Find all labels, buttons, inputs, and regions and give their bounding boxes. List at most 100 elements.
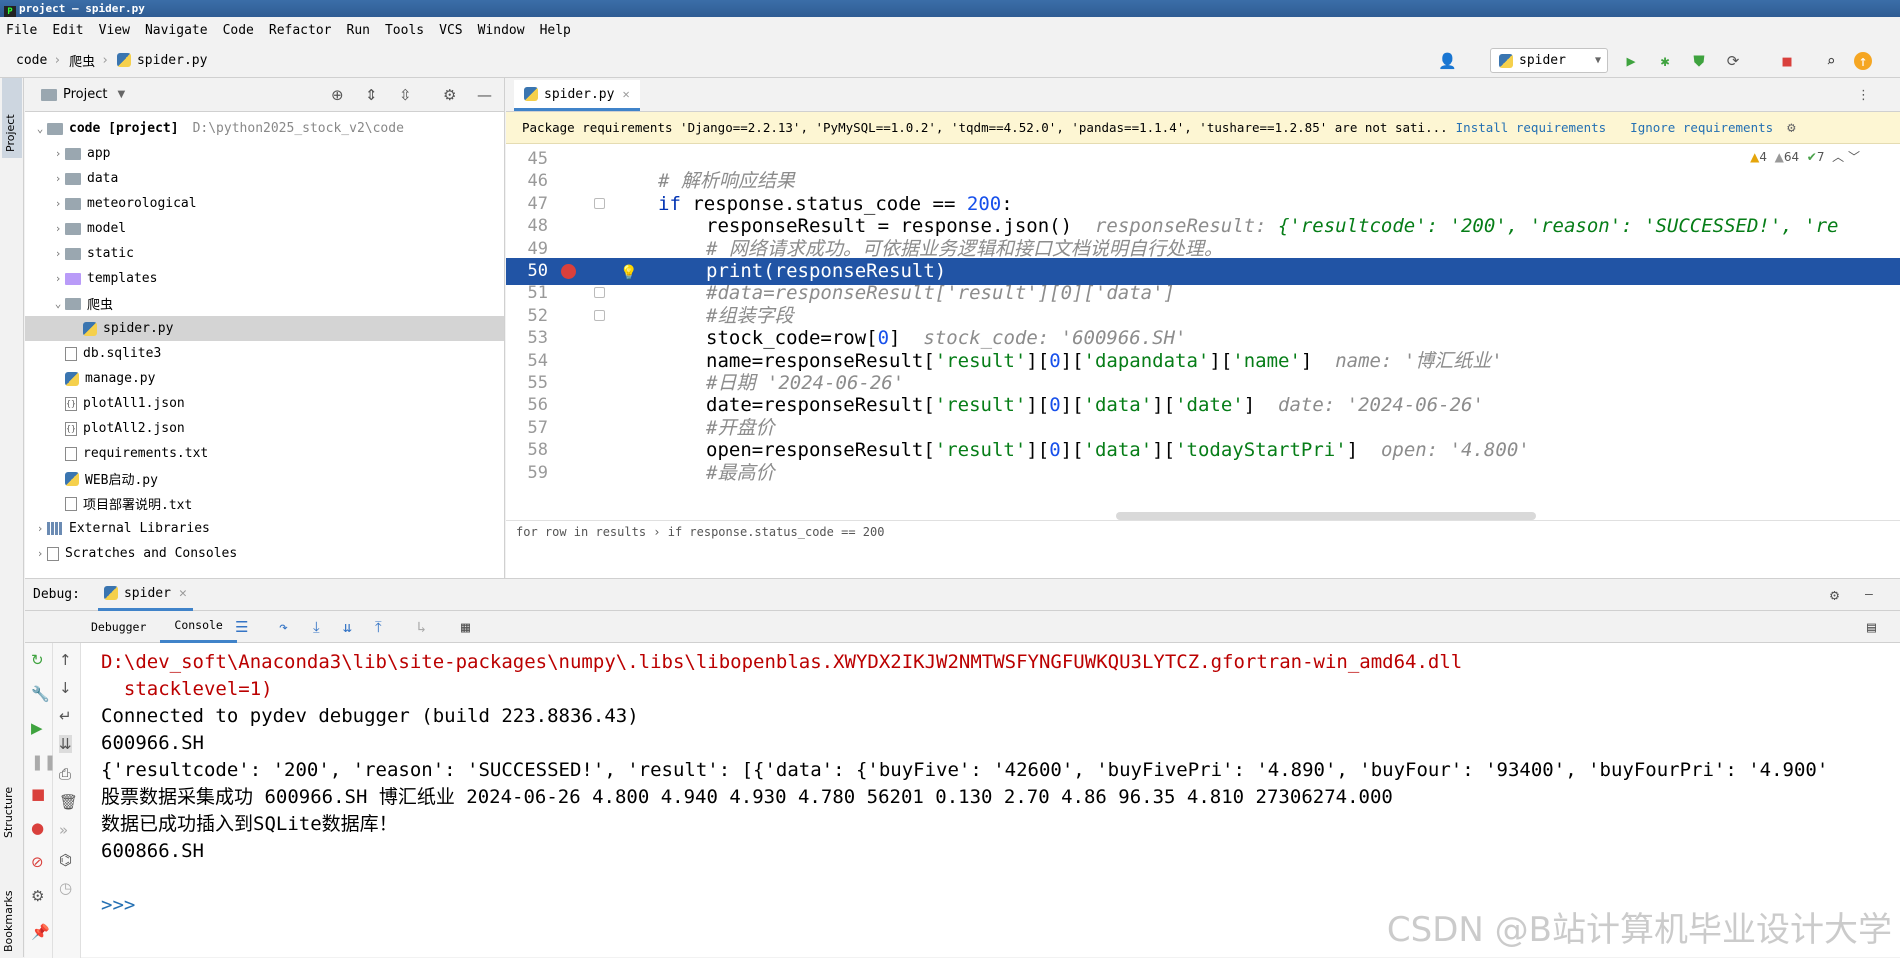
scroll-to-end-icon[interactable]: ⇊	[59, 735, 72, 753]
locate-icon[interactable]: ⊕	[331, 86, 344, 104]
tree-item[interactable]: 项目部署说明.txt	[25, 491, 504, 516]
project-tool-tab[interactable]: Project	[2, 78, 22, 158]
collapse-all-icon[interactable]: ⇳	[399, 86, 412, 104]
step-over-icon[interactable]: ↷	[279, 618, 288, 636]
mute-breakpoints-icon[interactable]: ⊘	[31, 853, 44, 871]
code-line[interactable]: 59 #最高价	[506, 460, 1900, 487]
menu-vcs[interactable]: VCS	[439, 23, 462, 38]
breadcrumb-spider-folder[interactable]: 爬虫	[69, 51, 95, 70]
tree-item[interactable]: db.sqlite3	[25, 341, 504, 366]
structure-tool-tab[interactable]: Structure	[2, 768, 15, 838]
editor-tab-spider[interactable]: spider.py ✕	[514, 80, 640, 111]
menu-run[interactable]: Run	[347, 23, 370, 38]
tree-item[interactable]: › data	[25, 166, 504, 191]
tree-item[interactable]: › app	[25, 141, 504, 166]
breadcrumb-spider-file[interactable]: spider.py	[137, 53, 207, 68]
chevron-down-icon[interactable]: ⌄	[51, 297, 65, 310]
run-icon[interactable]: ▶	[1622, 52, 1640, 70]
profile-icon[interactable]: ⟳	[1724, 52, 1742, 70]
resume-icon[interactable]: ▶	[31, 719, 43, 737]
more-icon[interactable]: ⋮	[1857, 88, 1870, 103]
menu-tools[interactable]: Tools	[385, 23, 424, 38]
tree-item[interactable]: ⌄ 爬虫	[25, 291, 504, 316]
settings-icon[interactable]: ⚙	[31, 887, 44, 905]
minimize-icon[interactable]: —	[1865, 587, 1873, 602]
tree-item[interactable]: › model	[25, 216, 504, 241]
close-icon[interactable]: ✕	[179, 586, 187, 601]
menu-file[interactable]: File	[6, 23, 37, 38]
project-panel-title[interactable]: Project	[63, 87, 107, 102]
ignore-requirements-link[interactable]: Ignore requirements	[1630, 120, 1773, 135]
gear-icon[interactable]: ⚙	[1787, 120, 1795, 136]
expand-all-icon[interactable]: ⇕	[365, 86, 378, 104]
rerun-icon[interactable]: ↻	[31, 651, 44, 669]
chevron-right-icon[interactable]: ›	[51, 197, 65, 210]
stop-icon[interactable]: ■	[31, 785, 45, 803]
trash-icon[interactable]: 🗑	[59, 793, 78, 811]
wrench-icon[interactable]: 🔧	[31, 685, 50, 703]
step-out-icon[interactable]: ⤒	[375, 618, 382, 636]
chevron-right-icon[interactable]: ›	[51, 247, 65, 260]
execute-icon[interactable]: »	[59, 821, 68, 839]
chevron-right-icon[interactable]: ›	[51, 222, 65, 235]
stop-icon[interactable]: ■	[1778, 52, 1796, 70]
code-editor[interactable]: ▲4 ▲64 ✔7 ︿ ﹀ for row in results › if re…	[506, 144, 1900, 542]
fold-icon[interactable]	[594, 287, 605, 299]
install-requirements-link[interactable]: Install requirements	[1456, 120, 1607, 135]
step-into-icon[interactable]: ⤓	[313, 618, 320, 636]
chevron-right-icon[interactable]: ›	[51, 172, 65, 185]
run-to-cursor-icon[interactable]: ↳	[417, 618, 426, 636]
chevron-right-icon[interactable]: ›	[51, 147, 65, 160]
tree-item[interactable]: › Scratches and Consoles	[25, 541, 504, 566]
menu-refactor[interactable]: Refactor	[269, 23, 332, 38]
gear-icon[interactable]: ⚙	[1830, 586, 1839, 604]
menu-icon[interactable]: ☰	[235, 618, 248, 636]
tree-item[interactable]: WEB启动.py	[25, 466, 504, 491]
fold-icon[interactable]	[594, 197, 605, 209]
tab-console[interactable]: Console	[160, 611, 237, 643]
evaluate-expression-icon[interactable]: ▦	[461, 618, 470, 636]
user-icon[interactable]: 👤	[1438, 52, 1457, 70]
python-console-icon[interactable]: ⌬	[59, 851, 72, 869]
tree-item[interactable]: {} plotAll1.json	[25, 391, 504, 416]
menu-window[interactable]: Window	[478, 23, 525, 38]
tree-item[interactable]: › static	[25, 241, 504, 266]
chevron-down-icon[interactable]: ▼	[117, 89, 125, 100]
tab-debugger[interactable]: Debugger	[77, 611, 160, 643]
tree-item[interactable]: › meteorological	[25, 191, 504, 216]
chevron-right-icon[interactable]: ›	[51, 272, 65, 285]
history-icon[interactable]: ◷	[59, 879, 72, 897]
menu-edit[interactable]: Edit	[52, 23, 83, 38]
debug-icon[interactable]: ✱	[1656, 52, 1674, 70]
pin-icon[interactable]: 📌	[31, 923, 50, 941]
tree-item[interactable]: › External Libraries	[25, 516, 504, 541]
tree-item[interactable]: spider.py	[25, 316, 504, 341]
minimize-icon[interactable]: —	[477, 86, 492, 104]
line-number[interactable]: 59	[506, 460, 548, 487]
menu-navigate[interactable]: Navigate	[145, 23, 208, 38]
run-configuration-select[interactable]: spider ▼	[1490, 48, 1608, 73]
tree-item[interactable]: › templates	[25, 266, 504, 291]
step-into-my-code-icon[interactable]: ⇊	[343, 618, 352, 636]
chevron-right-icon[interactable]: ›	[33, 522, 47, 535]
menu-code[interactable]: Code	[223, 23, 254, 38]
code-breadcrumbs[interactable]: for row in results › if response.status_…	[506, 520, 1900, 542]
arrow-up-icon[interactable]: ↑	[59, 651, 72, 669]
tree-item[interactable]: ⌄ code [project] D:\python2025_stock_v2\co…	[25, 116, 504, 141]
search-icon[interactable]: ⌕	[1822, 52, 1840, 70]
update-icon[interactable]: ↑	[1854, 52, 1872, 70]
print-icon[interactable]: ⎙	[59, 765, 71, 783]
arrow-down-icon[interactable]: ↓	[59, 679, 72, 697]
debug-tab-spider[interactable]: spider ✕	[97, 579, 193, 611]
console-output[interactable]: D:\dev_soft\Anaconda3\lib\site-packages\…	[101, 649, 1891, 919]
breakpoint-icon[interactable]	[561, 264, 576, 279]
tree-item[interactable]: {} plotAll2.json	[25, 416, 504, 441]
horizontal-scrollbar[interactable]	[1116, 512, 1536, 520]
tree-item[interactable]: requirements.txt	[25, 441, 504, 466]
soft-wrap-icon[interactable]: ↵	[59, 707, 72, 725]
fold-icon[interactable]	[594, 309, 605, 321]
chevron-right-icon[interactable]: ›	[33, 547, 47, 560]
chevron-down-icon[interactable]: ⌄	[33, 122, 47, 135]
coverage-icon[interactable]: ⛊	[1690, 52, 1708, 70]
view-breakpoints-icon[interactable]: ●	[31, 819, 44, 837]
